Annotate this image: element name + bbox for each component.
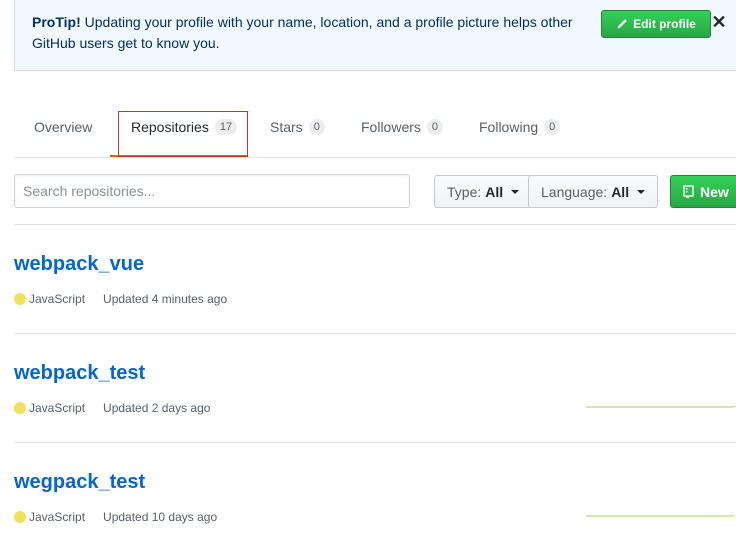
- repo-list-item: wegpack_test JavaScript Updated 10 days …: [14, 443, 736, 536]
- tab-counter: 0: [426, 119, 444, 135]
- tab-overview[interactable]: Overview: [34, 117, 92, 137]
- tab-following[interactable]: Following 0: [479, 117, 561, 137]
- tab-counter: 0: [308, 119, 325, 135]
- language-color-dot: [14, 402, 26, 414]
- protip-text: ProTip! Updating your profile with your …: [32, 12, 602, 54]
- caret-down-icon: [511, 189, 520, 194]
- repo-icon: [683, 184, 694, 198]
- language-select-label: Language:: [541, 183, 608, 200]
- language-color-dot: [14, 293, 26, 305]
- new-repo-button[interactable]: New: [670, 175, 736, 208]
- tab-followers[interactable]: Followers 0: [361, 117, 444, 137]
- search-input[interactable]: [14, 174, 410, 208]
- repo-language: JavaScript: [29, 292, 86, 306]
- repo-name-link[interactable]: webpack_vue: [14, 253, 144, 276]
- repo-language: JavaScript: [29, 401, 86, 415]
- edit-profile-label: Edit profile: [633, 17, 696, 31]
- tab-label: Followers: [361, 119, 421, 135]
- activity-sparkline: [586, 515, 736, 517]
- tab-label: Following: [479, 119, 539, 135]
- new-repo-label: New: [700, 183, 729, 200]
- repo-list-item: webpack_vue JavaScript Updated 4 minutes…: [14, 225, 736, 334]
- edit-profile-button[interactable]: Edit profile: [601, 10, 711, 38]
- repo-name-link[interactable]: webpack_test: [14, 362, 145, 385]
- type-select-value: All: [485, 183, 504, 200]
- repo-meta: JavaScript Updated 4 minutes ago: [14, 292, 227, 306]
- repo-meta: JavaScript Updated 10 days ago: [14, 510, 217, 524]
- protip-banner: ProTip! Updating your profile with your …: [14, 0, 736, 71]
- repo-meta: JavaScript Updated 2 days ago: [14, 401, 210, 415]
- protip-label: ProTip!: [32, 14, 81, 30]
- language-select[interactable]: Language: All: [528, 175, 659, 208]
- type-select[interactable]: Type: All: [434, 175, 533, 208]
- caret-down-icon: [637, 189, 646, 194]
- repo-name-link[interactable]: wegpack_test: [14, 471, 145, 494]
- tab-label: Overview: [34, 119, 93, 135]
- protip-message: Updating your profile with your name, lo…: [32, 14, 573, 51]
- tab-counter: 0: [544, 119, 561, 135]
- profile-page: ProTip! Updating your profile with your …: [0, 0, 736, 536]
- repo-updated: Updated 10 days ago: [103, 510, 218, 524]
- repo-updated: Updated 4 minutes ago: [103, 292, 228, 306]
- repo-updated: Updated 2 days ago: [103, 401, 211, 415]
- activity-sparkline: [586, 406, 736, 408]
- language-select-value: All: [611, 183, 630, 200]
- close-icon[interactable]: ✕: [710, 12, 728, 32]
- annotation-highlight-box: [118, 111, 248, 157]
- repo-list-item: webpack_test JavaScript Updated 2 days a…: [14, 334, 736, 443]
- pencil-icon: [617, 19, 627, 29]
- language-color-dot: [14, 511, 26, 523]
- tab-stars[interactable]: Stars 0: [270, 117, 325, 137]
- repo-language: JavaScript: [29, 510, 86, 524]
- tab-label: Stars: [270, 119, 303, 135]
- type-select-label: Type:: [447, 183, 482, 200]
